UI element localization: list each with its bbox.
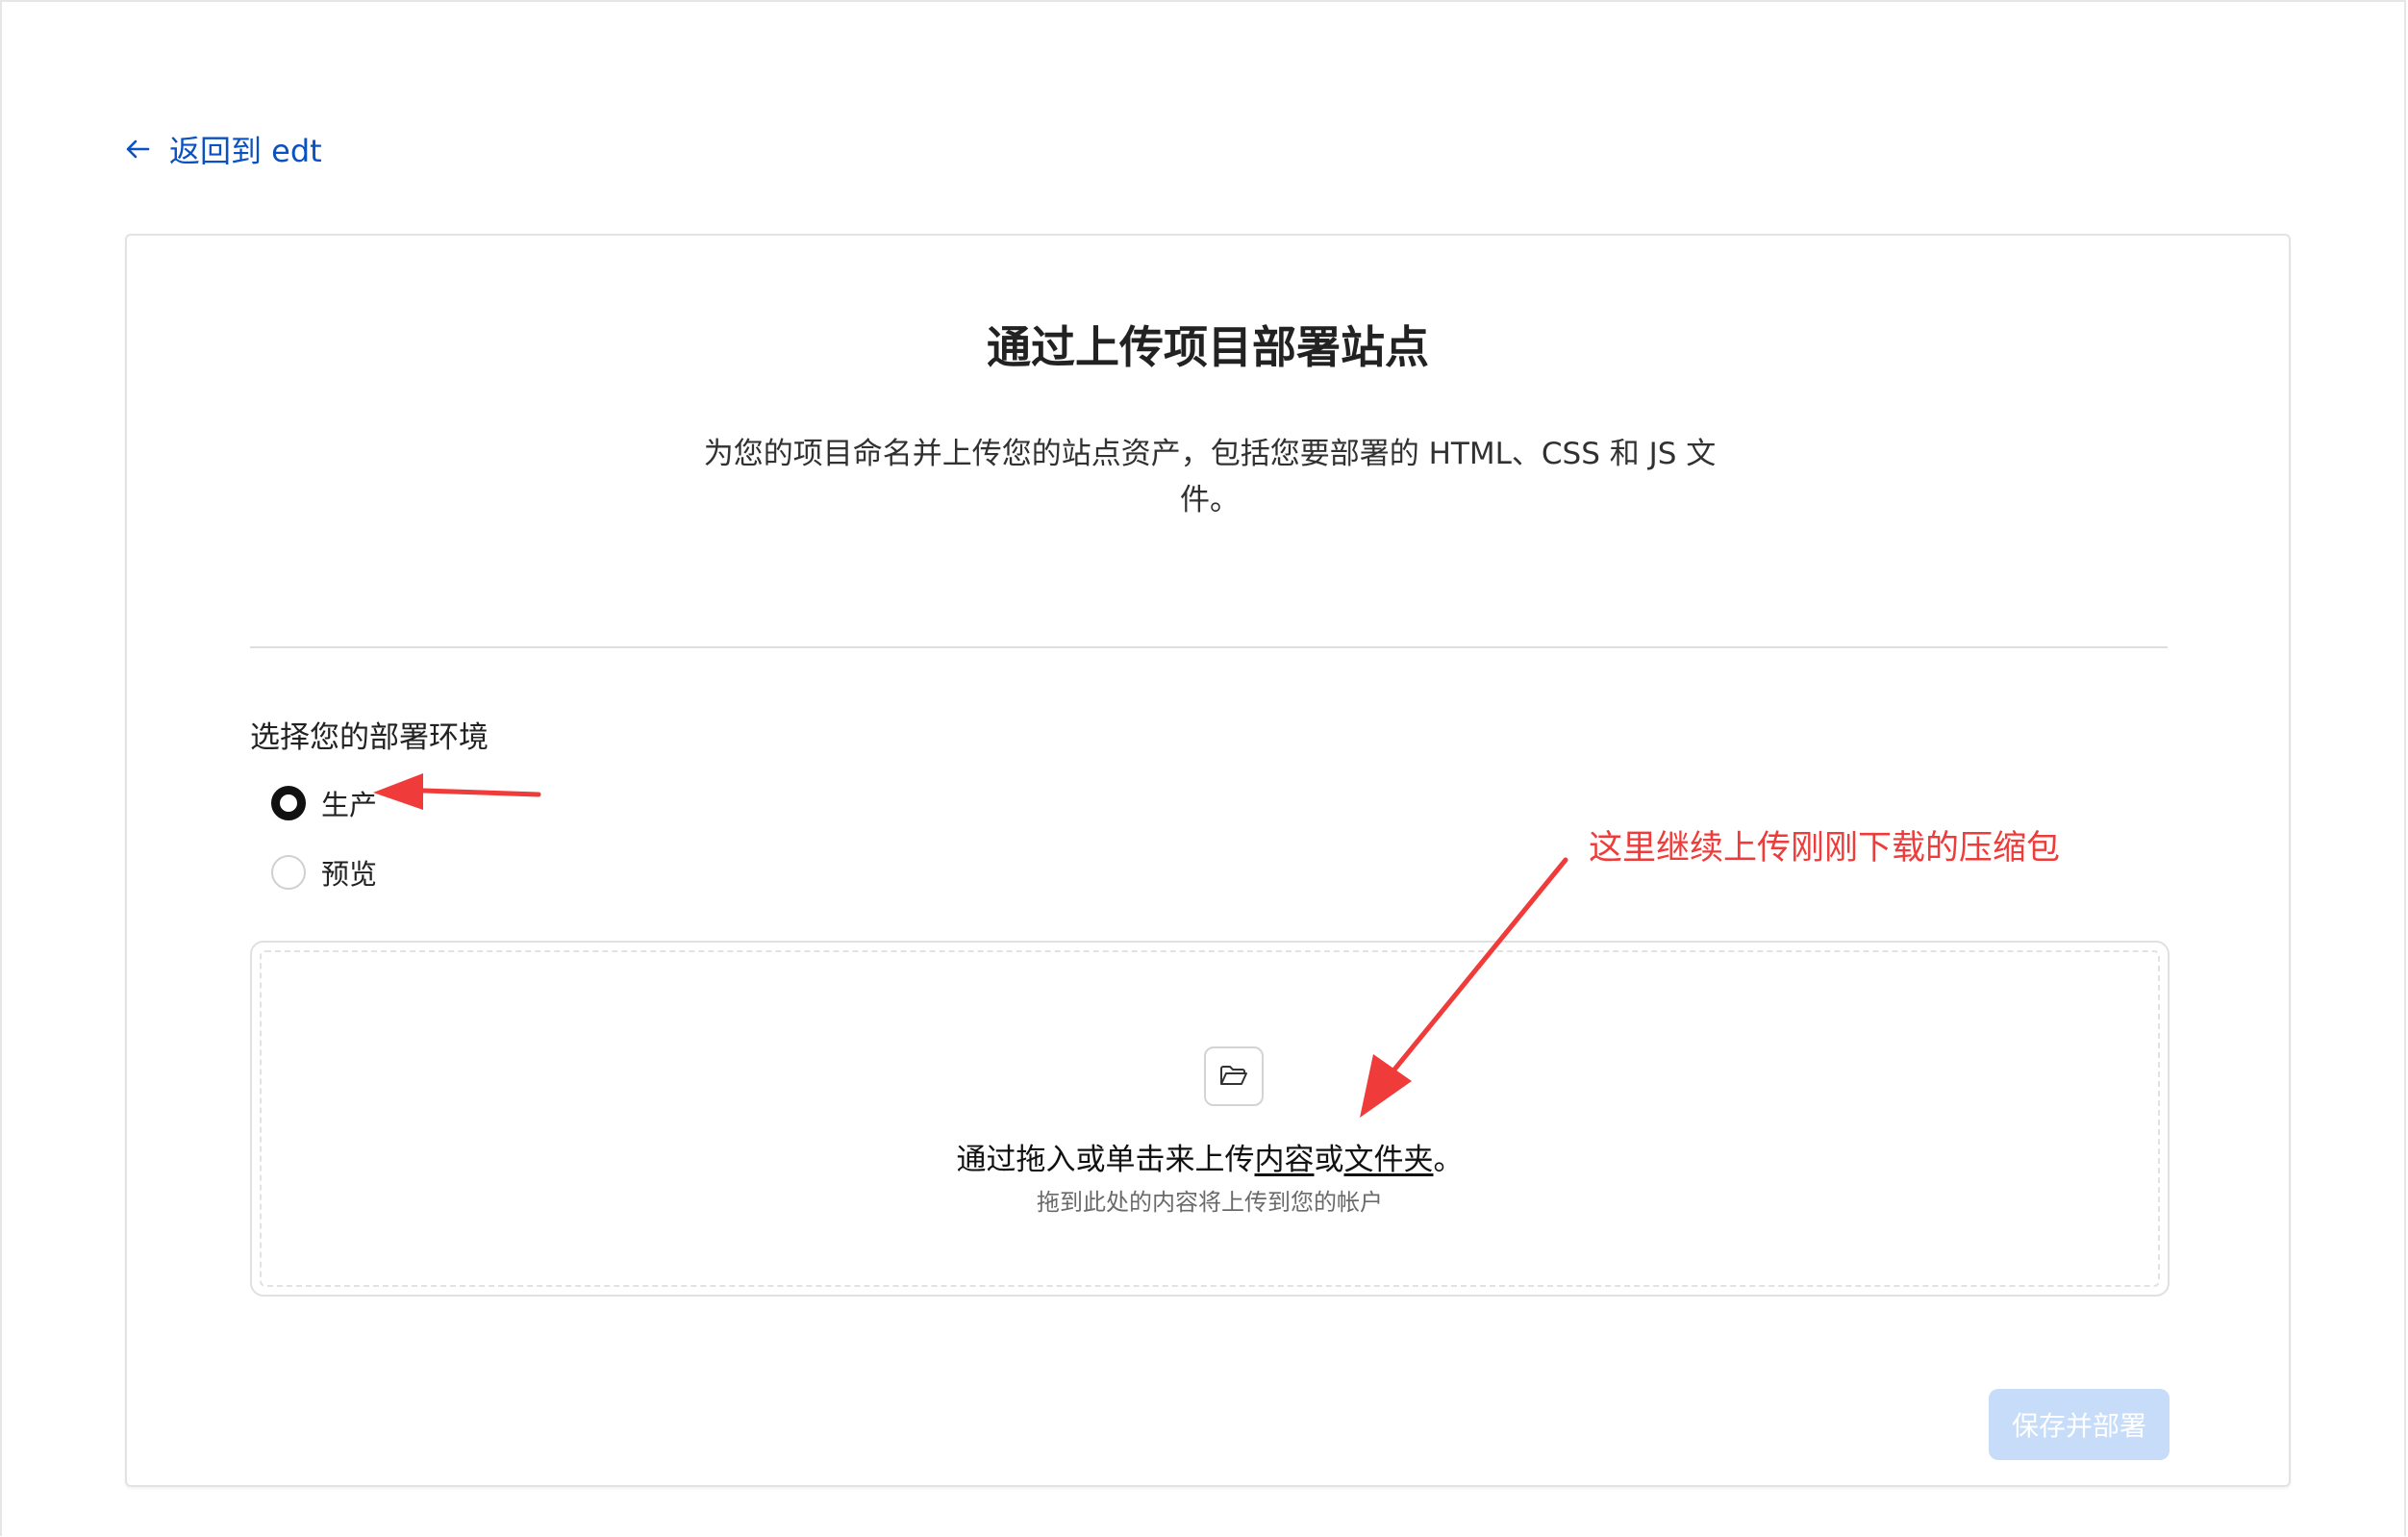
upload-text-suffix: 。 <box>1433 1143 1464 1177</box>
radio-production-label: 生产 <box>321 789 378 821</box>
folder-open-icon <box>1220 1066 1247 1085</box>
radio-preview-label: 预览 <box>321 858 378 891</box>
annotation-note: 这里继续上传刚刚下载的压缩包 <box>1589 829 2061 868</box>
upload-text-or: 或 <box>1314 1143 1344 1177</box>
upload-dropzone-border: 通过拖入或单击来上传内容或文件夹。 拖到此处的内容将上传到您的帐户 <box>260 950 2160 1287</box>
radio-option-production[interactable]: 生产 <box>271 784 377 822</box>
upload-dropzone[interactable]: 通过拖入或单击来上传内容或文件夹。 拖到此处的内容将上传到您的帐户 <box>250 941 2170 1297</box>
upload-subtext: 拖到此处的内容将上传到您的帐户 <box>1037 1189 1383 1216</box>
radio-preview[interactable] <box>271 855 306 890</box>
page-description: 为您的项目命名并上传您的站点资产，包括您要部署的 HTML、CSS 和 JS 文… <box>703 437 1717 517</box>
radio-option-preview[interactable]: 预览 <box>271 853 377 892</box>
save-and-deploy-button[interactable]: 保存并部署 <box>1989 1389 2170 1460</box>
upload-content-link[interactable]: 内容 <box>1255 1143 1315 1177</box>
radio-production[interactable] <box>271 786 306 820</box>
arrow-left-icon <box>126 139 150 159</box>
environment-label: 选择您的部署环境 <box>250 720 489 755</box>
divider <box>250 646 2168 648</box>
folder-upload-button[interactable] <box>1204 1046 1264 1106</box>
back-link-label: 返回到 edt <box>169 133 322 169</box>
page-title: 通过上传项目部署站点 <box>987 321 1429 373</box>
upload-text-prefix: 通过拖入或单击来上传 <box>956 1143 1255 1177</box>
back-link[interactable]: 返回到 edt <box>123 125 322 173</box>
upload-folder-link[interactable]: 文件夹 <box>1344 1143 1434 1177</box>
upload-instructions: 通过拖入或单击来上传内容或文件夹。 <box>262 1135 2158 1178</box>
